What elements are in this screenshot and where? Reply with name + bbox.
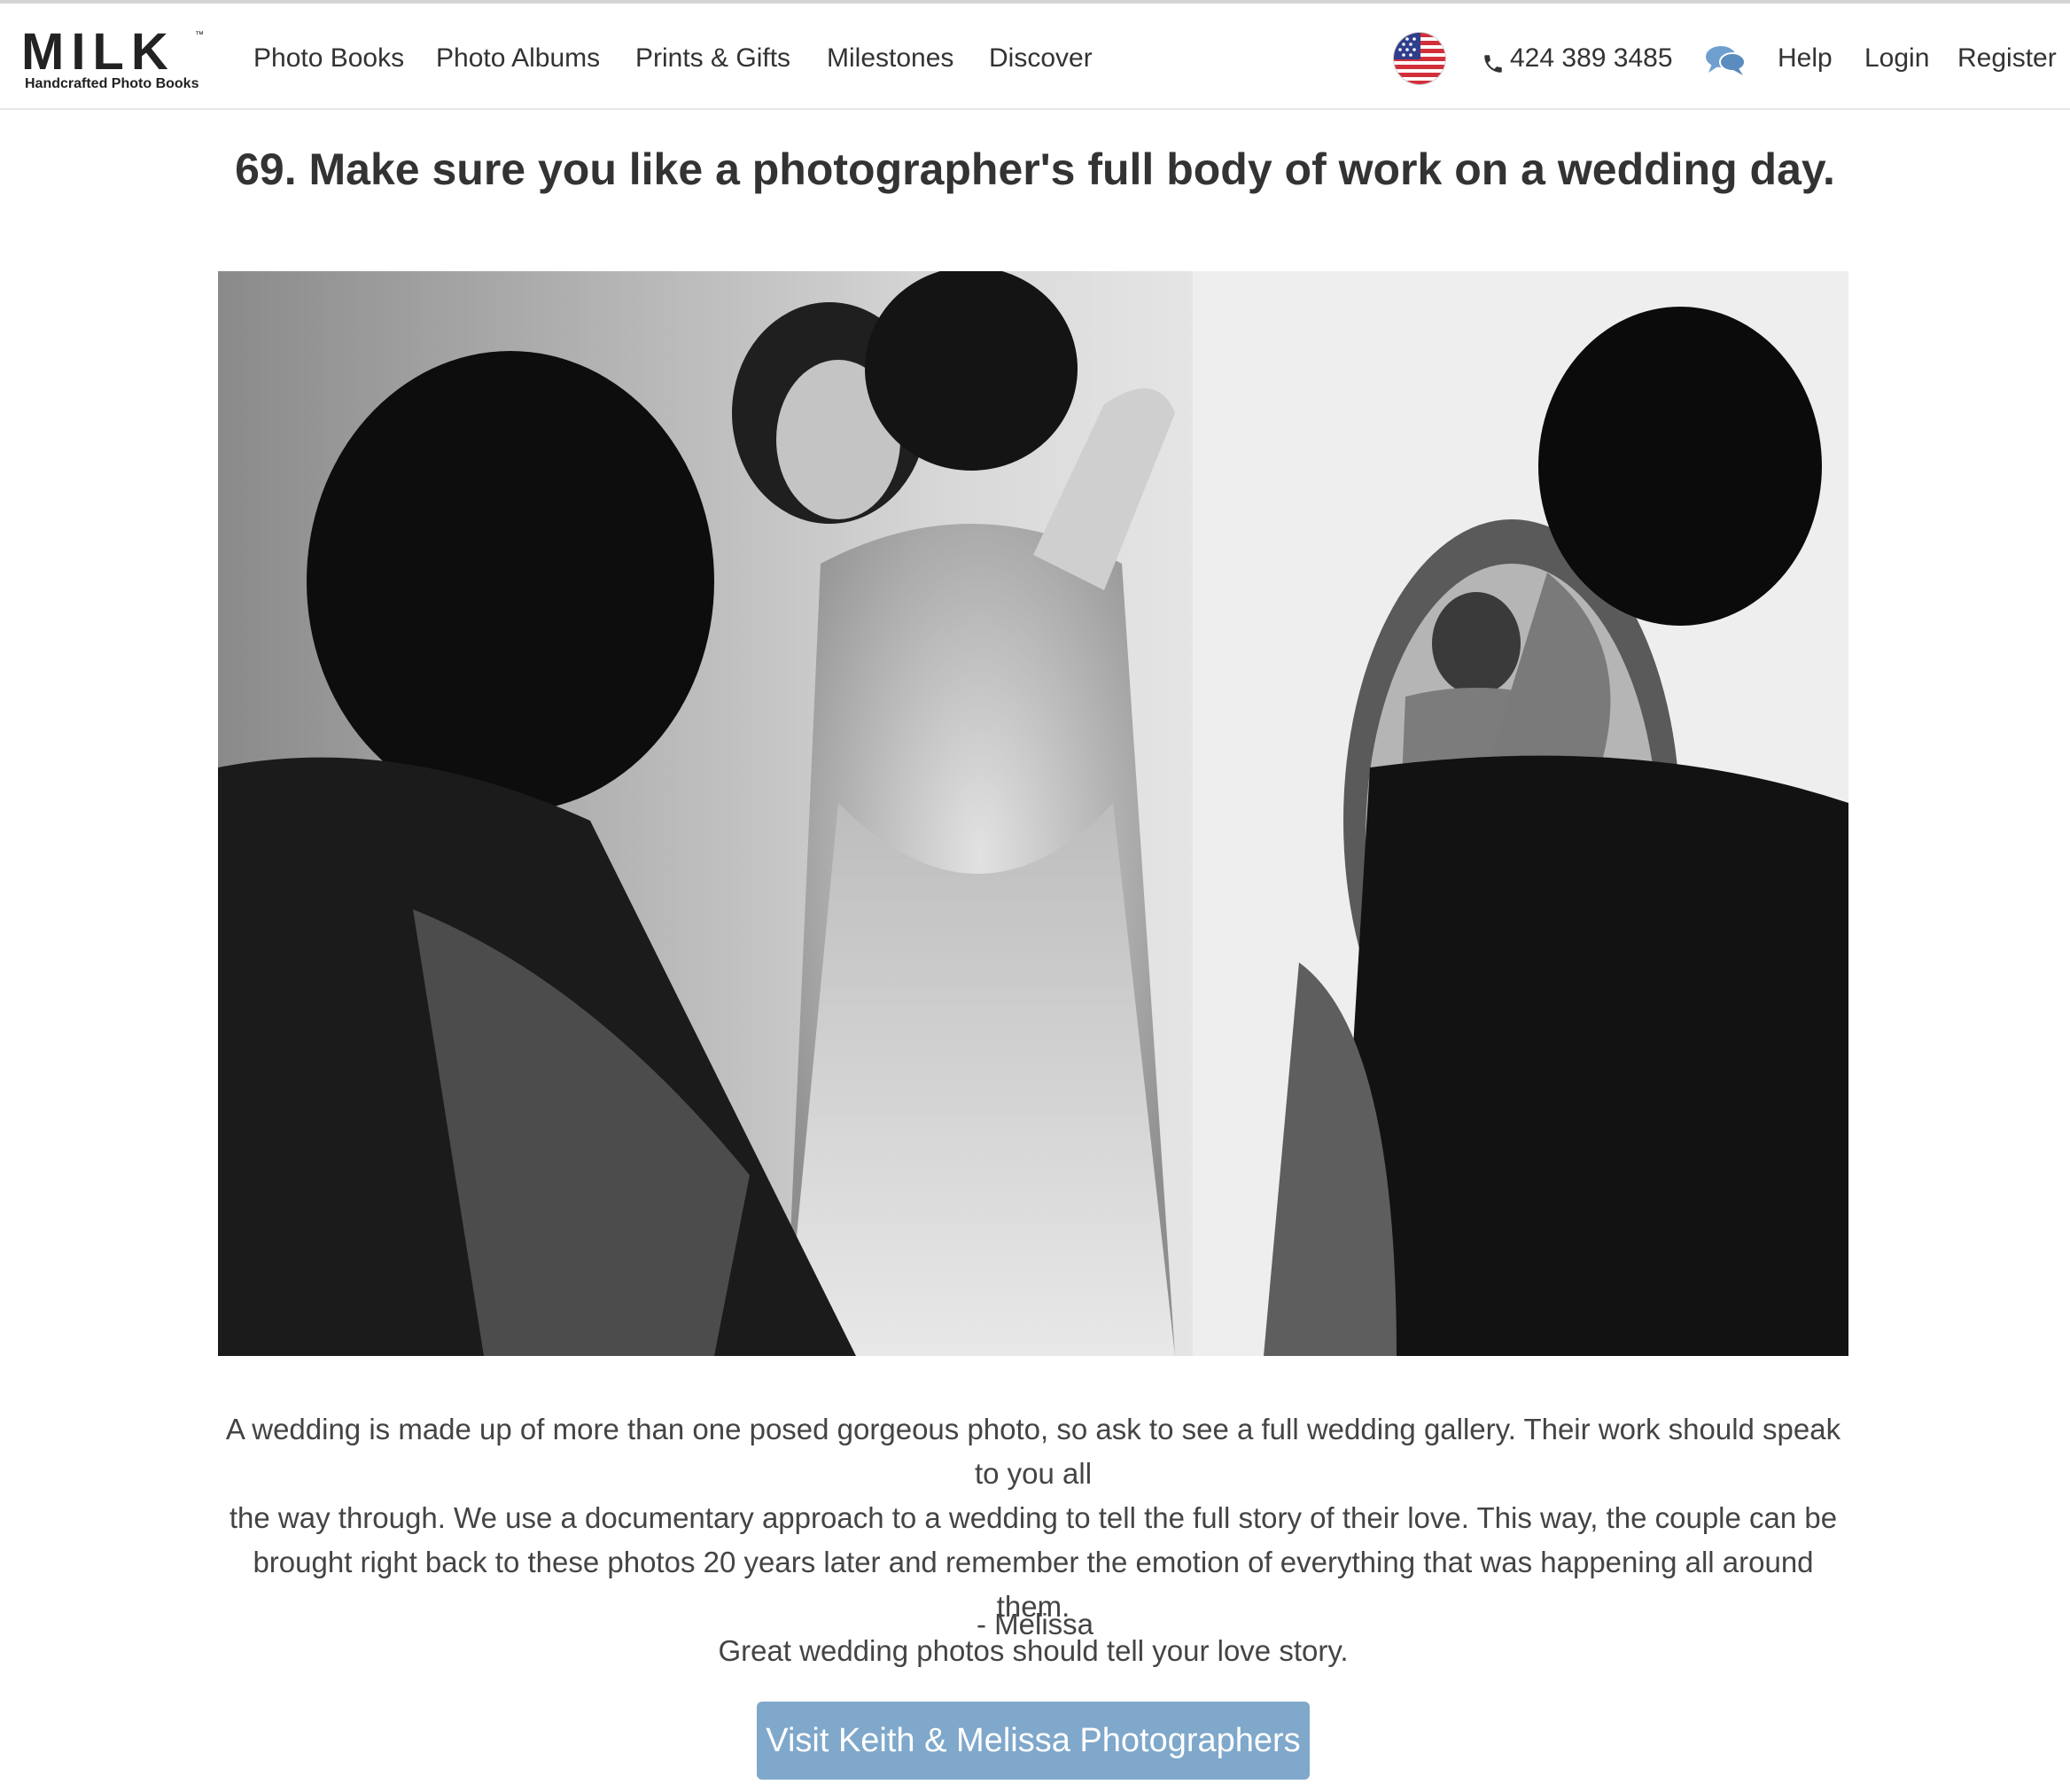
- logo-tagline: Handcrafted Photo Books: [25, 76, 199, 91]
- phone-icon: [1482, 48, 1505, 73]
- visit-photographers-button[interactable]: Visit Keith & Melissa Photographers: [757, 1702, 1310, 1780]
- milk-logo[interactable]: MILK ™ Handcrafted Photo Books: [21, 27, 207, 94]
- article-title: 69. Make sure you like a photographer's …: [235, 144, 1835, 194]
- chat-bubbles-icon[interactable]: [1705, 44, 1746, 76]
- nav-photo-books[interactable]: Photo Books: [253, 39, 404, 78]
- article-signature: - Melissa: [976, 1608, 1094, 1640]
- nav-milestones[interactable]: Milestones: [827, 39, 953, 78]
- article-body-line: the way through. We use a documentary ap…: [229, 1501, 1838, 1534]
- nav-help[interactable]: Help: [1778, 39, 1833, 78]
- wedding-photo: [218, 271, 1848, 1356]
- article-body-line: A wedding is made up of more than one po…: [225, 1413, 1841, 1490]
- phone-link[interactable]: 424 389 3485: [1482, 39, 1673, 78]
- nav-login[interactable]: Login: [1864, 39, 1929, 78]
- us-flag-icon[interactable]: [1394, 33, 1445, 84]
- nav-discover[interactable]: Discover: [989, 39, 1093, 78]
- nav-prints-gifts[interactable]: Prints & Gifts: [635, 39, 790, 78]
- phone-number: 424 389 3485: [1510, 43, 1673, 73]
- logo-wordmark: MILK: [21, 23, 175, 81]
- nav-register[interactable]: Register: [1957, 39, 2057, 78]
- logo-trademark: ™: [195, 30, 204, 40]
- nav-photo-albums[interactable]: Photo Albums: [436, 39, 600, 78]
- site-header: MILK ™ Handcrafted Photo Books Photo Boo…: [0, 4, 2070, 110]
